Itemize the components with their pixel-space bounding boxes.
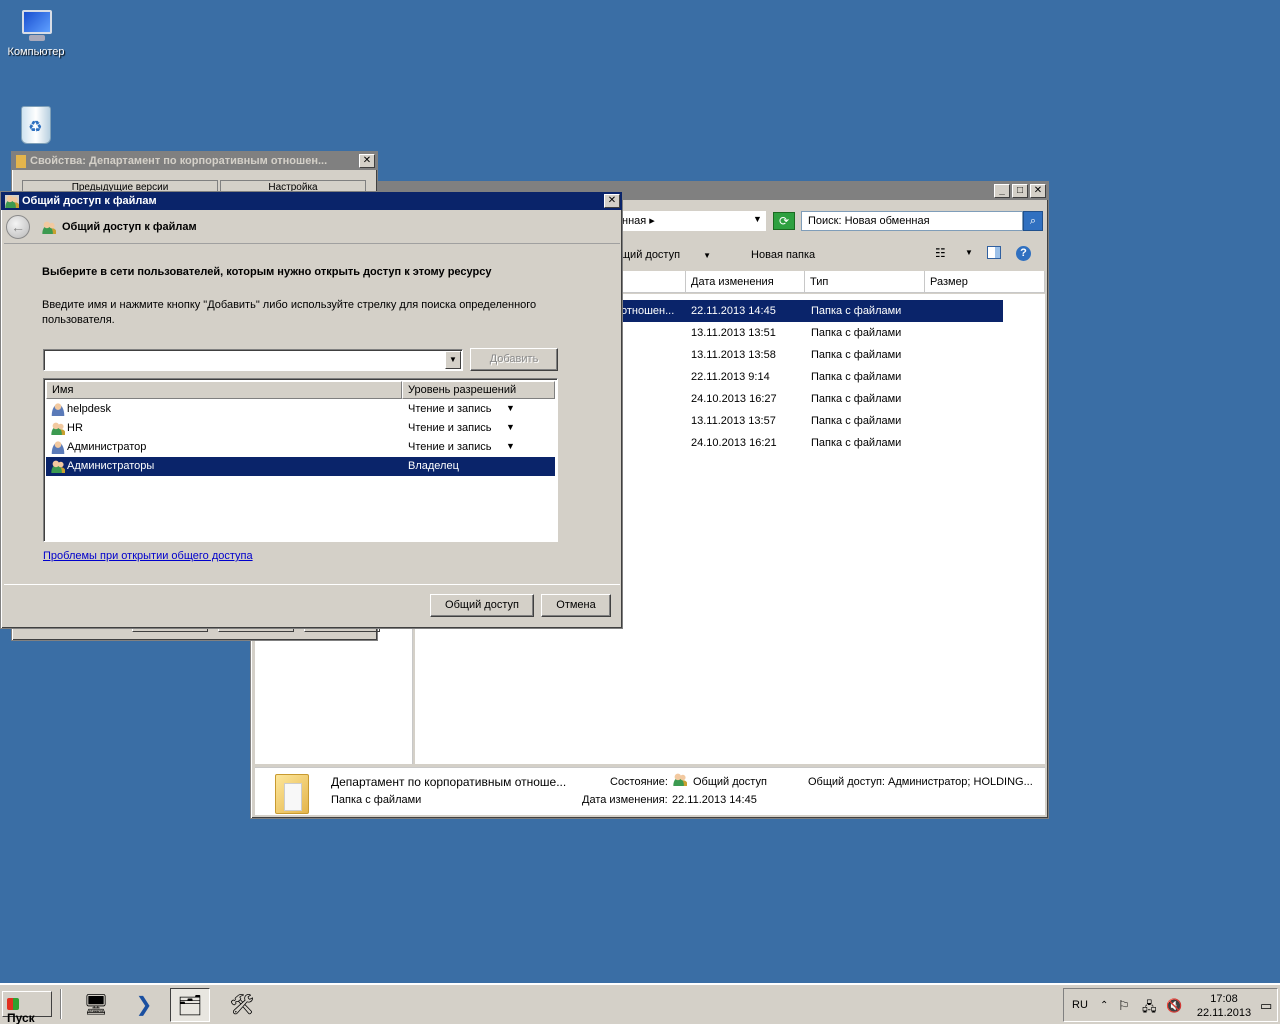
chevron-down-icon[interactable]: ▼ (506, 422, 515, 432)
maximize-button[interactable]: □ (1012, 184, 1028, 198)
sharing-instructions: Введите имя и нажмите кнопку "Добавить" … (42, 299, 537, 326)
list-item[interactable]: Администраторы Владелец (46, 457, 555, 476)
chevron-down-icon[interactable]: ▼ (506, 441, 515, 451)
sharing-help-link[interactable]: Проблемы при открытии общего доступа (43, 550, 253, 562)
col-level-header[interactable]: Уровень разрешений (402, 381, 555, 399)
col-size-header[interactable]: Размер (925, 271, 1045, 293)
desktop-icon-computer-label: Компьютер (7, 46, 65, 58)
folder-icon (275, 774, 309, 814)
flag-icon[interactable]: ⚐ (1118, 998, 1130, 1014)
close-button[interactable]: ✕ (359, 154, 375, 168)
user-icon (51, 441, 65, 454)
help-icon[interactable]: ? (1016, 246, 1031, 261)
add-button[interactable]: Добавить (470, 348, 558, 371)
address-bar[interactable]: нная ▸ (616, 211, 766, 231)
details-kind: Папка с файлами (331, 794, 422, 806)
network-icon[interactable]: 🖧 (1142, 998, 1157, 1020)
address-dropdown-icon[interactable]: ▼ (753, 214, 762, 224)
explorer-icon[interactable]: 🗂 (170, 988, 210, 1022)
user-name-combobox[interactable]: ▼ (43, 349, 463, 371)
details-shared-with: Общий доступ: Администратор; HOLDING... (808, 776, 1033, 788)
close-button[interactable]: ✕ (604, 194, 620, 208)
refresh-icon[interactable]: ⟳ (773, 212, 795, 230)
clock[interactable]: 17:08 22.11.2013 (1192, 992, 1256, 1020)
search-input[interactable]: Поиск: Новая обменная (801, 211, 1023, 231)
sharing-users-icon (42, 220, 56, 234)
folder-small-icon (16, 154, 26, 168)
details-name: Департамент по корпоративным отноше... (331, 775, 567, 789)
minimize-button[interactable]: _ (994, 184, 1010, 198)
close-button[interactable]: ✕ (1030, 184, 1046, 198)
user-icon (51, 403, 65, 416)
sharing-title: Общий доступ к файлам (22, 195, 157, 207)
sharing-titlebar[interactable]: Общий доступ к файлам ✕ (1, 192, 622, 210)
details-modified-value: 22.11.2013 14:45 (672, 794, 757, 806)
group-icon (51, 422, 65, 435)
back-arrow-icon[interactable]: ← (6, 215, 30, 239)
computer-icon (18, 10, 54, 42)
group-icon (51, 460, 65, 473)
share-button[interactable]: Общий доступ (430, 594, 534, 617)
details-state-value: Общий доступ (693, 776, 767, 788)
list-item[interactable]: helpdesk Чтение и запись ▼ (46, 400, 555, 419)
cancel-button[interactable]: Отмена (541, 594, 611, 617)
language-indicator[interactable]: RU (1072, 999, 1088, 1011)
powershell-icon[interactable]: ❯ (124, 988, 164, 1022)
sharing-title-icon (5, 194, 19, 208)
details-pane: Департамент по корпоративным отноше... П… (255, 767, 1045, 815)
address-segment[interactable]: нная (622, 215, 646, 227)
new-folder-button[interactable]: Новая папка (751, 249, 815, 261)
share-menu[interactable]: щий доступ ▼ (621, 249, 731, 261)
chevron-up-icon[interactable]: ⌃ (1100, 1000, 1108, 1011)
system-tray: RU ⌃ ⚐ 🖧 🔇 17:08 22.11.2013 ▭ (1063, 988, 1278, 1022)
taskbar-separator (60, 989, 62, 1019)
list-item[interactable]: Администратор Чтение и запись ▼ (46, 438, 555, 457)
chevron-down-icon: ▼ (703, 251, 712, 260)
col-name-header[interactable]: Имя (46, 381, 402, 399)
server-manager-icon[interactable]: 🖥 (76, 988, 116, 1022)
volume-muted-icon[interactable]: 🔇 (1166, 998, 1182, 1014)
details-state-label: Состояние: (610, 776, 668, 788)
sharing-body: Выберите в сети пользователей, которым н… (4, 243, 620, 585)
views-icon[interactable]: ☷ (935, 246, 946, 260)
show-desktop-icon[interactable]: ▭ (1260, 998, 1272, 1014)
recycle-bin-icon (21, 106, 51, 144)
col-date-header[interactable]: Дата изменения (686, 271, 805, 293)
search-icon[interactable]: ⌕ (1023, 211, 1043, 231)
admin-tools-icon[interactable]: 🛠 (222, 988, 262, 1022)
windows-logo-icon (7, 998, 19, 1010)
sharing-heading: Выберите в сети пользователей, которым н… (42, 266, 492, 278)
sharing-nav: ← Общий доступ к файлам (3, 213, 620, 241)
col-type-header[interactable]: Тип (805, 271, 925, 293)
start-button[interactable]: Пуск (2, 991, 52, 1024)
views-dropdown-icon[interactable]: ▼ (965, 248, 973, 257)
chevron-down-icon[interactable]: ▼ (506, 403, 515, 413)
chevron-right-icon[interactable]: ▸ (649, 215, 655, 227)
properties-titlebar[interactable]: Свойства: Департамент по корпоративным о… (12, 152, 377, 170)
list-item[interactable]: HR Чтение и запись ▼ (46, 419, 555, 438)
desktop-icon-computer[interactable]: Компьютер (0, 10, 72, 58)
explorer-toolbar: щий доступ ▼ Новая папка (621, 244, 835, 266)
chevron-down-icon[interactable]: ▼ (445, 351, 461, 369)
shared-users-icon (673, 773, 687, 786)
taskbar: Пуск 🖥 ❯ 🗂 🛠 RU ⌃ ⚐ 🖧 🔇 17:08 22.11.2013… (0, 983, 1280, 1024)
details-modified-label: Дата изменения: (582, 794, 668, 806)
file-sharing-dialog: Общий доступ к файлам ✕ ← Общий доступ к… (0, 191, 623, 629)
preview-pane-icon[interactable] (987, 246, 1001, 259)
users-list[interactable]: Имя Уровень разрешений helpdesk Чтение и… (43, 378, 558, 542)
desktop-icon-recycle-bin[interactable] (0, 106, 72, 148)
col-name-header[interactable] (615, 271, 686, 293)
sharing-nav-title: Общий доступ к файлам (62, 221, 197, 233)
properties-title: Свойства: Департамент по корпоративным о… (30, 155, 328, 167)
